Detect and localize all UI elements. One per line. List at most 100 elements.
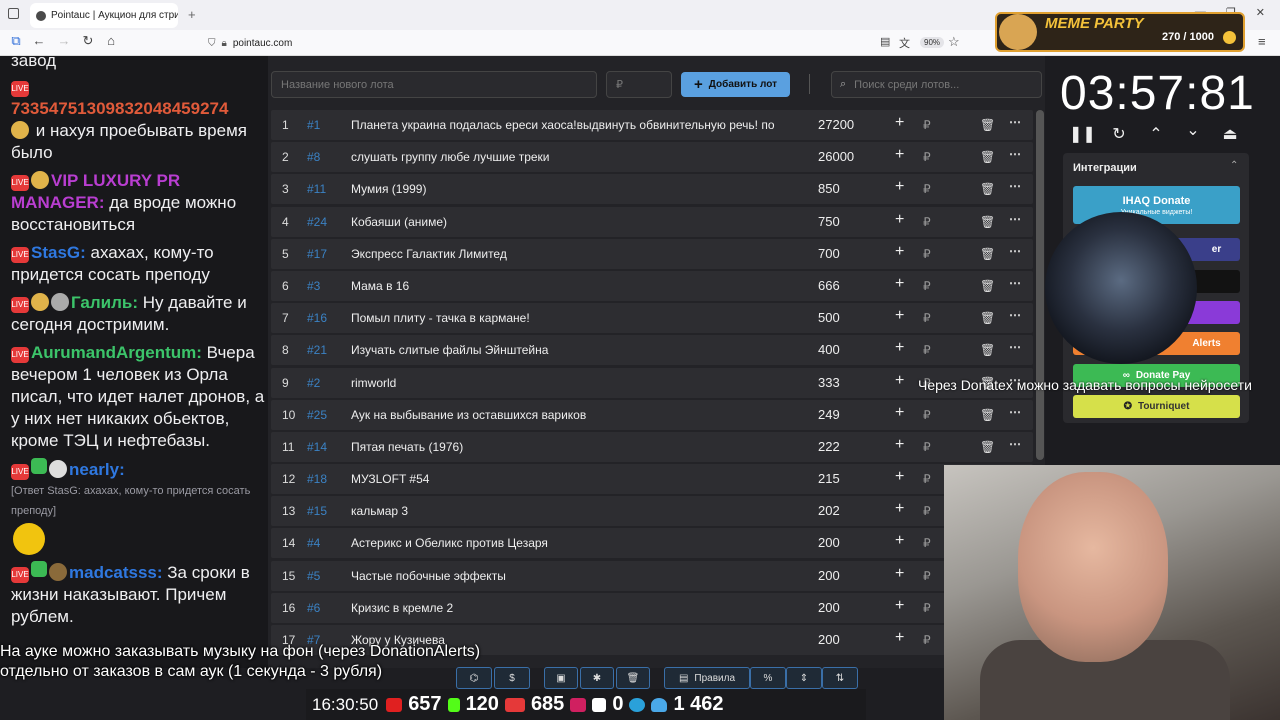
more-options-icon[interactable]: ⋯ xyxy=(1009,147,1021,161)
plus-icon[interactable]: + xyxy=(895,372,904,390)
lot-row[interactable]: 10 #25 Аук на выбывание из оставшихся вари… xyxy=(271,399,1033,430)
split-icon[interactable]: ⇕ xyxy=(786,667,822,689)
lot-amount[interactable]: 400 xyxy=(818,342,840,357)
plus-icon[interactable]: + xyxy=(895,178,904,196)
lot-title[interactable]: Пятая печать (1976) xyxy=(351,440,791,454)
lot-id-link[interactable]: #21 xyxy=(307,343,327,357)
ruble-icon[interactable]: ₽ xyxy=(923,408,931,422)
lot-id-link[interactable]: #5 xyxy=(307,569,320,583)
lot-amount[interactable]: 500 xyxy=(818,310,840,325)
plus-icon[interactable]: + xyxy=(895,597,904,615)
lot-row[interactable]: 14 #4 Астерикс и Обеликс против Цезаря 200 +… xyxy=(271,528,1033,559)
ruble-icon[interactable]: ₽ xyxy=(923,343,931,357)
more-options-icon[interactable]: ⋯ xyxy=(1009,179,1021,193)
lot-row[interactable]: 4 #24 Кобаяши (аниме) 750 + ₽ 🗑︎ ⋯ xyxy=(271,206,1033,237)
lot-search-input[interactable]: ⌕ Поиск среди лотов... xyxy=(831,71,1042,98)
trash-icon[interactable]: 🗑︎ xyxy=(980,150,995,164)
lot-row[interactable]: 13#15кальмар 3202+₽🗑︎⋯ xyxy=(271,496,1033,527)
ruble-icon[interactable]: ₽ xyxy=(923,247,931,261)
lot-id-link[interactable]: #11 xyxy=(307,182,326,196)
lot-amount[interactable]: 26000 xyxy=(818,149,854,164)
lot-title[interactable]: Частые побочные эффекты xyxy=(351,569,791,583)
reset-icon[interactable]: ↻ xyxy=(1106,124,1132,144)
plus-icon[interactable]: + xyxy=(895,243,904,261)
lot-title[interactable]: МУЗLOFT #54 xyxy=(351,472,791,486)
dollar-icon[interactable]: $ xyxy=(494,667,530,689)
lot-row[interactable]: 5 #17 Экспресс Галактик Лимитед 700 + ₽ 🗑︎ ⋯ xyxy=(271,238,1033,269)
lot-id-link[interactable]: #4 xyxy=(307,536,320,550)
lot-amount[interactable]: 700 xyxy=(818,246,840,261)
plus-icon[interactable]: + xyxy=(895,565,904,583)
more-options-icon[interactable]: ⋯ xyxy=(1009,405,1021,419)
lot-id-link[interactable]: #24 xyxy=(307,215,327,229)
lot-id-link[interactable]: #17 xyxy=(307,247,327,261)
lot-title[interactable]: Кобаяши (аниме) xyxy=(351,215,791,229)
chevron-up-icon[interactable]: ⌃ xyxy=(1143,124,1169,144)
lot-row[interactable]: 11 #14 Пятая печать (1976) 222 + ₽ 🗑︎ ⋯ xyxy=(271,431,1033,462)
lot-id-link[interactable]: #3 xyxy=(307,279,320,293)
delete-all-icon[interactable]: 🗑︎ xyxy=(616,667,650,689)
lot-row[interactable]: 7 #16 Помыл плиту - тачка в кармане! 500 + ₽ 🗑… xyxy=(271,303,1033,334)
trash-icon[interactable]: 🗑︎ xyxy=(980,279,995,293)
plus-icon[interactable]: + xyxy=(895,211,904,229)
lot-id-link[interactable]: #16 xyxy=(307,311,327,325)
ruble-icon[interactable]: ₽ xyxy=(923,182,931,196)
trash-icon[interactable]: 🗑︎ xyxy=(980,408,995,422)
ruble-icon[interactable]: ₽ xyxy=(923,536,931,550)
lot-amount[interactable]: 200 xyxy=(818,568,840,583)
trash-icon[interactable]: 🗑︎ xyxy=(980,247,995,261)
browser-tab[interactable]: Pointauc | Аукцион для стриме ✕ xyxy=(30,3,178,28)
address-bar[interactable]: ⛉ 🔒︎ pointauc.com xyxy=(200,33,968,53)
sort-icon[interactable]: ⇅ xyxy=(822,667,858,689)
lot-row[interactable]: 6 #3 Мама в 16 666 + ₽ 🗑︎ ⋯ xyxy=(271,270,1033,301)
ruble-icon[interactable]: ₽ xyxy=(923,569,931,583)
eject-icon[interactable]: ⏏ xyxy=(1217,124,1243,144)
lot-id-link[interactable]: #6 xyxy=(307,601,320,615)
ruble-icon[interactable]: ₽ xyxy=(923,215,931,229)
ruble-icon[interactable]: ₽ xyxy=(923,279,931,293)
trash-icon[interactable]: 🗑︎ xyxy=(980,440,995,454)
lot-row[interactable]: 12#18МУЗLOFT #54215+₽🗑︎⋯ xyxy=(271,464,1033,495)
back-icon[interactable]: ← xyxy=(29,33,49,48)
lot-id-link[interactable]: #18 xyxy=(307,472,327,486)
ruble-icon[interactable]: ₽ xyxy=(923,472,931,486)
plus-icon[interactable]: + xyxy=(895,532,904,550)
zoom-level[interactable]: 90% xyxy=(920,37,945,48)
lot-id-link[interactable]: #25 xyxy=(307,408,327,422)
close-window-icon[interactable]: ✕ xyxy=(1256,6,1265,19)
lot-list-scrollbar[interactable] xyxy=(1036,110,1044,460)
reader-icon[interactable]: ▤ xyxy=(880,35,890,48)
menu-icon[interactable]: ≡ xyxy=(1258,34,1266,49)
save-icon[interactable]: ▣ xyxy=(544,667,578,689)
lot-id-link[interactable]: #1 xyxy=(307,118,320,132)
plus-icon[interactable]: + xyxy=(895,146,904,164)
lot-id-link[interactable]: #2 xyxy=(307,376,320,390)
lot-row[interactable]: 15#5Частые побочные эффекты200+₽🗑︎⋯ xyxy=(271,560,1033,591)
ruble-icon[interactable]: ₽ xyxy=(923,118,931,132)
add-lot-button[interactable]: + Добавить лот xyxy=(681,72,790,97)
more-options-icon[interactable]: ⋯ xyxy=(1009,212,1021,226)
lot-id-link[interactable]: #14 xyxy=(307,440,327,454)
lot-amount[interactable]: 27200 xyxy=(818,117,854,132)
plus-icon[interactable]: + xyxy=(895,114,904,132)
ruble-icon[interactable]: ₽ xyxy=(923,311,931,325)
lot-amount[interactable]: 249 xyxy=(818,407,840,422)
lot-amount[interactable]: 200 xyxy=(818,535,840,550)
lot-row[interactable]: 1 #1 Планета украина подалась ереси хаоса!… xyxy=(271,110,1033,140)
lot-row[interactable]: 16#6Кризис в кремле 2200+₽🗑︎⋯ xyxy=(271,592,1033,623)
more-options-icon[interactable]: ⋯ xyxy=(1009,276,1021,290)
more-options-icon[interactable]: ⋯ xyxy=(1009,244,1021,258)
lot-id-link[interactable]: #8 xyxy=(307,150,320,164)
plus-icon[interactable]: + xyxy=(895,500,904,518)
forward-icon[interactable]: → xyxy=(54,33,74,48)
lot-title[interactable]: Мумия (1999) xyxy=(351,182,791,196)
lot-price-input[interactable]: ₽ xyxy=(606,71,672,98)
plus-icon[interactable]: + xyxy=(895,468,904,486)
plus-icon[interactable]: + xyxy=(895,275,904,293)
more-options-icon[interactable]: ⋯ xyxy=(1009,115,1021,129)
lot-title[interactable]: Помыл плиту - тачка в кармане! xyxy=(351,311,791,325)
lot-title[interactable]: Астерикс и Обеликс против Цезаря xyxy=(351,536,791,550)
home-icon[interactable]: ⌂ xyxy=(101,33,121,48)
trash-icon[interactable]: 🗑︎ xyxy=(980,182,995,196)
translate-icon[interactable]: 文 xyxy=(899,35,910,51)
